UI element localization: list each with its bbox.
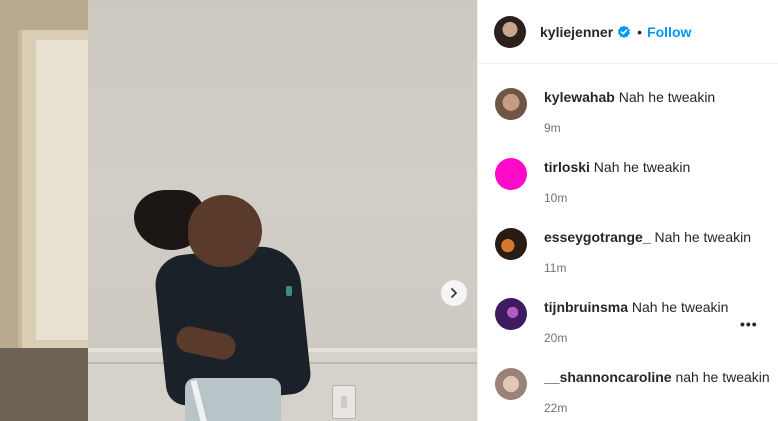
comment-username[interactable]: esseygotrange_ <box>544 229 651 245</box>
comment-body: tirloski Nah he tweakin <box>544 159 690 175</box>
header-separator: • <box>637 23 643 40</box>
comment-username[interactable]: tijnbruinsma <box>544 299 628 315</box>
comments-list: kylewahab Nah he tweakin 9m tirloski Nah… <box>478 80 778 421</box>
comment-timestamp[interactable]: 10m <box>544 191 567 205</box>
chevron-right-icon <box>451 288 457 298</box>
verified-badge-icon <box>618 25 631 38</box>
comment-item: esseygotrange_ Nah he tweakin 11m <box>478 220 778 290</box>
post-header: kyliejenner • Follow <box>478 0 778 64</box>
more-options-icon[interactable]: ••• <box>740 316 758 332</box>
comment-item: tijnbruinsma Nah he tweakin 20m ••• <box>478 290 778 360</box>
photo-child-head <box>188 195 262 267</box>
comment-timestamp[interactable]: 20m <box>544 331 567 345</box>
comment-body: __shannoncaroline nah he tweakin <box>544 369 770 385</box>
commenter-avatar[interactable] <box>495 368 527 400</box>
comment-text: nah he tweakin <box>675 369 770 385</box>
comment-username[interactable]: __shannoncaroline <box>544 369 672 385</box>
commenter-avatar[interactable] <box>495 158 527 190</box>
comment-body: esseygotrange_ Nah he tweakin <box>544 229 751 245</box>
photo-floor <box>0 348 92 421</box>
comment-text: Nah he tweakin <box>593 159 691 175</box>
photo-wall-outlet <box>332 385 356 419</box>
post-photo <box>0 0 477 421</box>
comment-timestamp[interactable]: 11m <box>544 261 566 275</box>
commenter-avatar[interactable] <box>495 228 527 260</box>
comment-body: kylewahab Nah he tweakin <box>544 89 715 105</box>
comment-item: kylewahab Nah he tweakin 9m <box>478 80 778 150</box>
photo-door-opening <box>36 40 88 340</box>
comment-timestamp[interactable]: 22m <box>544 401 567 415</box>
comment-item: tirloski Nah he tweakin 10m <box>478 150 778 220</box>
comment-username[interactable]: tirloski <box>544 159 590 175</box>
post-side-panel: kyliejenner • Follow kylewahab Nah he tw… <box>477 0 778 421</box>
comment-body: tijnbruinsma Nah he tweakin <box>544 299 728 315</box>
comment-timestamp[interactable]: 9m <box>544 121 561 135</box>
comment-item: __shannoncaroline nah he tweakin 22m <box>478 360 778 421</box>
owner-avatar[interactable] <box>494 15 526 48</box>
owner-username-row: kyliejenner • Follow <box>540 24 691 40</box>
next-photo-button[interactable] <box>441 280 467 306</box>
comment-text: Nah he tweakin <box>618 89 716 105</box>
comment-text: Nah he tweakin <box>631 299 729 315</box>
follow-button[interactable]: Follow <box>647 24 691 40</box>
commenter-avatar[interactable] <box>495 88 527 120</box>
owner-username[interactable]: kyliejenner <box>540 24 613 40</box>
comment-username[interactable]: kylewahab <box>544 89 615 105</box>
photo-shirt-logo <box>286 286 292 296</box>
comment-text: Nah he tweakin <box>654 229 752 245</box>
commenter-avatar[interactable] <box>495 298 527 330</box>
